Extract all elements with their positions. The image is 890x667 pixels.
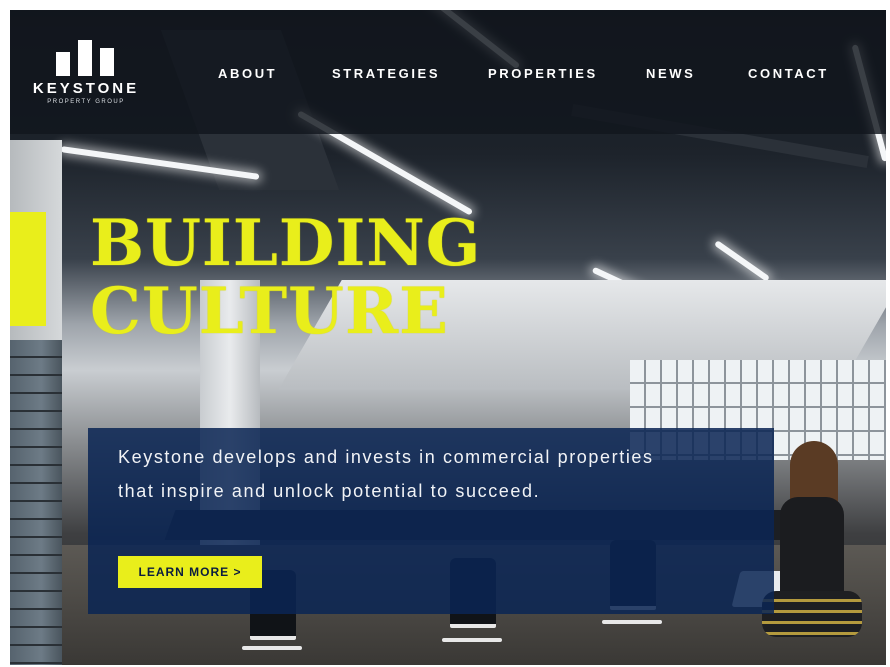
nav-strategies[interactable]: STRATEGIES: [332, 66, 440, 81]
hero-description: Keystone develops and invests in commerc…: [118, 447, 654, 501]
person-photo: [762, 441, 870, 641]
nav-news[interactable]: NEWS: [646, 66, 695, 81]
brand-name: KEYSTONE: [32, 80, 140, 97]
hero-title-line2: CULTURE: [90, 274, 449, 349]
page-frame: KEYSTONE PROPERTY GROUP ABOUT STRATEGIES…: [10, 10, 886, 665]
brand-tagline: PROPERTY GROUP: [47, 99, 125, 105]
building-bars-icon: [56, 36, 116, 76]
hero-title: BUILDING CULTURE: [90, 210, 481, 346]
yellow-accent-bar: [10, 212, 46, 326]
keystone-logo[interactable]: KEYSTONE PROPERTY GROUP: [26, 36, 146, 112]
top-navigation: KEYSTONE PROPERTY GROUP ABOUT STRATEGIES…: [10, 10, 886, 134]
hero-description-panel: Keystone develops and invests in commerc…: [88, 428, 774, 614]
nav-properties[interactable]: PROPERTIES: [488, 66, 598, 81]
hero-title-line1: BUILDING: [90, 206, 482, 281]
nav-about[interactable]: ABOUT: [218, 66, 277, 81]
nav-contact[interactable]: CONTACT: [748, 66, 829, 81]
learn-more-button[interactable]: LEARN MORE >: [118, 556, 262, 588]
